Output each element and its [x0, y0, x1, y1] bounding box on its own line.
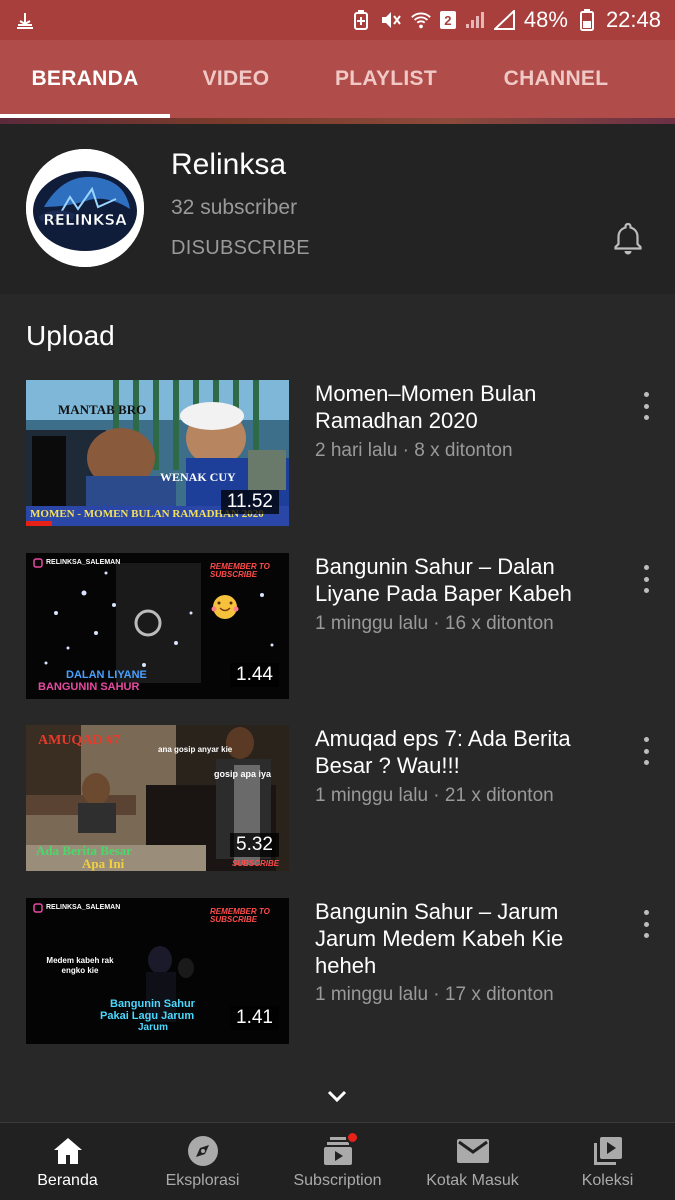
nav-label: Kotak Masuk [426, 1171, 519, 1189]
video-thumbnail[interactable]: RELINKSA_SALEMAN REMEMBER TO SUBSCRIBE M… [26, 898, 289, 1044]
unsubscribe-button[interactable]: DISUBSCRIBE [171, 237, 310, 260]
channel-avatar[interactable]: RELINKSA [26, 149, 144, 267]
thumb-caption: RELINKSA_SALEMAN [46, 559, 121, 566]
nav-label: Subscription [293, 1171, 382, 1189]
battery-icon [576, 9, 598, 31]
video-meta: 2 hari lalu · 8 x ditonton [315, 440, 513, 461]
channel-header: RELINKSA Relinksa 32 subscriber DISUBSCR… [0, 124, 675, 294]
battery-percent: 48% [523, 7, 568, 32]
video-title[interactable]: Bangunin Sahur – Dalan Liyane Pada Baper… [315, 553, 615, 607]
notification-bell-icon[interactable] [610, 220, 646, 256]
clock: 22:48 [605, 7, 661, 32]
video-title[interactable]: Bangunin Sahur – Jarum Jarum Medem Kabeh… [315, 898, 615, 979]
tab-beranda[interactable]: BERANDA [0, 40, 170, 118]
thumb-caption: WENAK CUY [160, 470, 236, 484]
download-notification-icon [14, 9, 36, 31]
thumb-caption: AMUQAD #7 [38, 733, 121, 748]
chevron-down-icon[interactable] [322, 1084, 352, 1108]
channel-tabs: BERANDA VIDEO PLAYLIST CHANNEL [0, 40, 675, 118]
mute-icon [380, 9, 402, 31]
more-options-icon[interactable] [636, 565, 656, 593]
video-item[interactable]: RELINKSA_SALEMAN REMEMBER TO SUBSCRIBE D… [26, 553, 656, 699]
tab-video[interactable]: VIDEO [170, 40, 302, 118]
video-meta: 1 minggu lalu · 21 x ditonton [315, 785, 554, 806]
subscriber-count: 32 subscriber [171, 196, 298, 219]
video-meta: 1 minggu lalu · 16 x ditonton [315, 613, 554, 634]
tab-channel[interactable]: CHANNEL [470, 40, 642, 118]
video-duration: 11.52 [220, 490, 279, 514]
signal-no-data-icon [493, 9, 516, 31]
nav-label: Beranda [37, 1171, 98, 1189]
inbox-icon [455, 1134, 491, 1168]
section-title: Upload [26, 320, 115, 351]
thumb-caption: BANGUNIN SAHUR [38, 681, 140, 693]
more-options-icon[interactable] [636, 910, 656, 938]
video-duration: 5.32 [230, 833, 279, 857]
more-options-icon[interactable] [636, 392, 656, 420]
thumb-caption: Pakai Lagu Jarum [100, 1010, 195, 1022]
watch-progress-bar [26, 521, 53, 526]
library-icon [590, 1134, 626, 1168]
video-duration: 1.44 [230, 663, 279, 687]
home-icon [50, 1134, 86, 1168]
nav-beranda[interactable]: Beranda [0, 1123, 135, 1200]
compass-icon [185, 1134, 221, 1168]
thumb-caption: Apa Ini [82, 856, 125, 871]
video-title[interactable]: Momen–Momen Bulan Ramadhan 2020 [315, 380, 615, 434]
video-meta: 1 minggu lalu · 17 x ditonton [315, 984, 554, 1005]
tab-playlist[interactable]: PLAYLIST [302, 40, 470, 118]
video-duration: 1.41 [230, 1006, 279, 1030]
nav-kotak-masuk[interactable]: Kotak Masuk [405, 1123, 540, 1200]
thumb-caption: REMEMBER TO SUBSCRIBE [210, 562, 270, 579]
sim-badge: 2 [439, 11, 456, 29]
nav-eksplorasi[interactable]: Eksplorasi [135, 1123, 270, 1200]
video-thumbnail[interactable]: MANTAB BRO WENAK CUY MOMEN - MOMEN BULAN… [26, 380, 289, 526]
thumb-caption: MANTAB BRO [58, 402, 147, 417]
battery-saver-icon [350, 9, 372, 31]
thumb-caption: ana gosip anyar kie [158, 745, 233, 754]
channel-name: Relinksa [171, 148, 287, 181]
thumb-caption: gosip apa iya [214, 769, 272, 779]
thumb-caption: DALAN LIYANE [66, 669, 147, 681]
video-item[interactable]: MANTAB BRO WENAK CUY MOMEN - MOMEN BULAN… [26, 380, 656, 526]
bottom-navigation: Beranda Eksplorasi Subscription Kotak Ma… [0, 1122, 675, 1200]
wifi-icon [410, 9, 432, 31]
nav-subscription[interactable]: Subscription [270, 1123, 405, 1200]
thumb-caption: RELINKSA_SALEMAN [46, 904, 121, 911]
thumb-caption: Medem kabeh rak engko kie [46, 956, 114, 975]
status-bar: 2 48% 22:48 [0, 0, 675, 40]
video-item[interactable]: AMUQAD #7 ana gosip anyar kie gosip apa … [26, 725, 656, 871]
thumb-caption: Jarum [138, 1022, 169, 1033]
video-item[interactable]: RELINKSA_SALEMAN REMEMBER TO SUBSCRIBE M… [26, 898, 656, 1044]
avatar-logo-text: RELINKSA [43, 211, 127, 229]
nav-label: Koleksi [581, 1171, 634, 1189]
signal-icon [464, 9, 486, 31]
thumb-caption: SUBSCRIBE [232, 859, 280, 868]
notification-dot [346, 1131, 359, 1144]
nav-koleksi[interactable]: Koleksi [540, 1123, 675, 1200]
video-thumbnail[interactable]: AMUQAD #7 ana gosip anyar kie gosip apa … [26, 725, 289, 871]
nav-label: Eksplorasi [165, 1171, 240, 1189]
thumb-caption: REMEMBER TO SUBSCRIBE [210, 907, 270, 924]
thumb-caption: Bangunin Sahur [110, 998, 195, 1010]
video-title[interactable]: Amuqad eps 7: Ada Berita Besar ? Wau!!! [315, 725, 615, 779]
video-thumbnail[interactable]: RELINKSA_SALEMAN REMEMBER TO SUBSCRIBE D… [26, 553, 289, 699]
more-options-icon[interactable] [636, 737, 656, 765]
